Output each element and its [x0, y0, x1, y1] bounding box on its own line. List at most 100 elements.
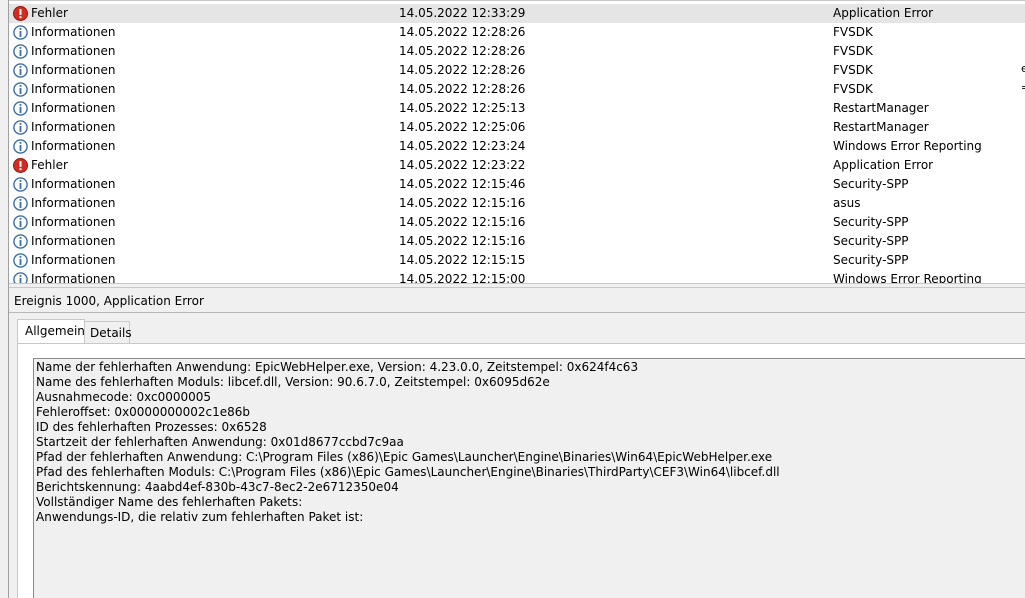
event-description-text[interactable]: Name der fehlerhaften Anwendung: EpicWeb… [33, 358, 1025, 598]
date-time-cell: 14.05.2022 12:28:26 [399, 82, 526, 96]
source-cell: FVSDK [833, 82, 873, 96]
detail-title-divider [9, 312, 1025, 313]
info-icon [13, 177, 28, 192]
description-line: Berichtskennung: 4aabd4ef-830b-43c7-8ec2… [36, 480, 399, 494]
date-time-cell: 14.05.2022 12:15:00 [399, 272, 526, 283]
table-row[interactable]: Fehler 14.05.2022 12:23:22 Application Err… [9, 156, 1025, 175]
level-cell: Fehler [31, 6, 68, 20]
table-row[interactable]: Informationen 14.05.2022 12:15:16 asus [9, 194, 1025, 213]
table-row[interactable]: Informationen 14.05.2022 12:15:46 Security… [9, 175, 1025, 194]
source-cell: Application Error [833, 158, 934, 172]
table-row[interactable]: Informationen 14.05.2022 12:28:26 FVSDK [9, 23, 1025, 42]
level-cell: Informationen [31, 120, 116, 134]
level-cell: Informationen [31, 215, 116, 229]
description-line: ID des fehlerhaften Prozesses: 0x6528 [36, 420, 267, 434]
table-row[interactable]: Informationen 14.05.2022 12:28:26 FVSDK [9, 61, 1025, 80]
description-line: Anwendungs-ID, die relativ zum fehlerhaf… [36, 510, 364, 524]
level-cell: Informationen [31, 177, 116, 191]
info-icon [13, 234, 28, 249]
level-cell: Informationen [31, 82, 116, 96]
level-cell: Informationen [31, 272, 116, 283]
source-cell: Windows Error Reporting [833, 272, 982, 283]
level-cell: Informationen [31, 196, 116, 210]
info-icon [13, 196, 28, 211]
tab-label: Details [90, 326, 132, 340]
date-time-cell: 14.05.2022 12:15:46 [399, 177, 526, 191]
date-time-cell: 14.05.2022 12:33:29 [399, 6, 526, 20]
source-cell: asus [833, 196, 861, 210]
info-icon [13, 82, 28, 97]
description-line: Name des fehlerhaften Moduls: libcef.dll… [36, 375, 550, 389]
date-time-cell: 14.05.2022 12:28:26 [399, 25, 526, 39]
table-row[interactable]: Informationen 14.05.2022 12:23:24 Windows … [9, 137, 1025, 156]
date-time-cell: 14.05.2022 12:23:24 [399, 139, 526, 153]
info-icon [13, 25, 28, 40]
level-cell: Informationen [31, 139, 116, 153]
info-icon [13, 63, 28, 78]
table-row[interactable]: Informationen 14.05.2022 12:15:16 Security… [9, 232, 1025, 251]
table-row[interactable]: Informationen 14.05.2022 12:28:26 FVSDK [9, 80, 1025, 99]
table-row[interactable]: Informationen 14.05.2022 12:28:26 FVSDK [9, 42, 1025, 61]
date-time-cell: 14.05.2022 12:15:16 [399, 215, 526, 229]
table-row[interactable]: Informationen 14.05.2022 12:15:15 Security… [9, 251, 1025, 270]
clipped-column-fragment: e [1021, 62, 1025, 75]
source-cell: FVSDK [833, 63, 873, 77]
description-line: Name der fehlerhaften Anwendung: EpicWeb… [36, 360, 639, 374]
source-cell: FVSDK [833, 25, 873, 39]
level-cell: Informationen [31, 101, 116, 115]
info-icon [13, 272, 28, 283]
description-line: Ausnahmecode: 0xc0000005 [36, 390, 212, 404]
date-time-cell: 14.05.2022 12:25:06 [399, 120, 526, 134]
source-cell: RestartManager [833, 101, 929, 115]
info-icon [13, 44, 28, 59]
description-line: Vollständiger Name des fehlerhaften Pake… [36, 495, 303, 509]
info-icon [13, 120, 28, 135]
tab-details[interactable]: Details [85, 321, 132, 343]
description-line: Pfad des fehlerhaften Moduls: C:\Program… [36, 465, 780, 479]
source-cell: Security-SPP [833, 215, 909, 229]
info-icon [13, 139, 28, 154]
table-row[interactable]: Informationen 14.05.2022 12:15:00 Windows … [9, 270, 1025, 283]
event-list[interactable]: Fehler 14.05.2022 12:33:29 Application Err… [9, 0, 1025, 283]
date-time-cell: 14.05.2022 12:15:16 [399, 196, 526, 210]
event-viewer-window: Fehler 14.05.2022 12:33:29 Application Err… [0, 0, 1025, 598]
date-time-cell: 14.05.2022 12:28:26 [399, 63, 526, 77]
clipped-column-fragment: = [1021, 81, 1025, 94]
event-detail-title: Ereignis 1000, Application Error [14, 294, 204, 308]
table-row[interactable]: Informationen 14.05.2022 12:15:16 Security… [9, 213, 1025, 232]
info-icon [13, 215, 28, 230]
table-row[interactable]: Informationen 14.05.2022 12:25:06 RestartM… [9, 118, 1025, 137]
date-time-cell: 14.05.2022 12:15:16 [399, 234, 526, 248]
tab-allgemein[interactable]: Allgemein [17, 319, 85, 343]
level-cell: Informationen [31, 25, 116, 39]
error-icon [13, 6, 28, 21]
description-line: Fehleroffset: 0x0000000002c1e86b [36, 405, 251, 419]
description-line: Pfad der fehlerhaften Anwendung: C:\Prog… [36, 450, 773, 464]
tab-label: Allgemein [25, 324, 85, 338]
date-time-cell: 14.05.2022 12:15:15 [399, 253, 526, 267]
list-top-border [9, 0, 1025, 1]
event-detail-pane: Ereignis 1000, Application Error Allgeme… [9, 288, 1025, 598]
general-tab-panel: Name der fehlerhaften Anwendung: EpicWeb… [17, 343, 1025, 598]
table-row[interactable]: Informationen 14.05.2022 12:25:13 RestartM… [9, 99, 1025, 118]
level-cell: Informationen [31, 63, 116, 77]
error-icon [13, 158, 28, 173]
level-cell: Informationen [31, 253, 116, 267]
level-cell: Informationen [31, 234, 116, 248]
date-time-cell: 14.05.2022 12:23:22 [399, 158, 526, 172]
source-cell: Security-SPP [833, 253, 909, 267]
description-line: Startzeit der fehlerhaften Anwendung: 0x… [36, 435, 404, 449]
info-icon [13, 101, 28, 116]
source-cell: Application Error [833, 6, 934, 20]
source-cell: RestartManager [833, 120, 929, 134]
info-icon [13, 253, 28, 268]
date-time-cell: 14.05.2022 12:25:13 [399, 101, 526, 115]
date-time-cell: 14.05.2022 12:28:26 [399, 44, 526, 58]
window-left-edge [0, 0, 9, 598]
table-row[interactable]: Fehler 14.05.2022 12:33:29 Application Err… [9, 4, 1025, 23]
source-cell: Windows Error Reporting [833, 139, 982, 153]
source-cell: FVSDK [833, 44, 873, 58]
source-cell: Security-SPP [833, 177, 909, 191]
source-cell: Security-SPP [833, 234, 909, 248]
level-cell: Fehler [31, 158, 68, 172]
